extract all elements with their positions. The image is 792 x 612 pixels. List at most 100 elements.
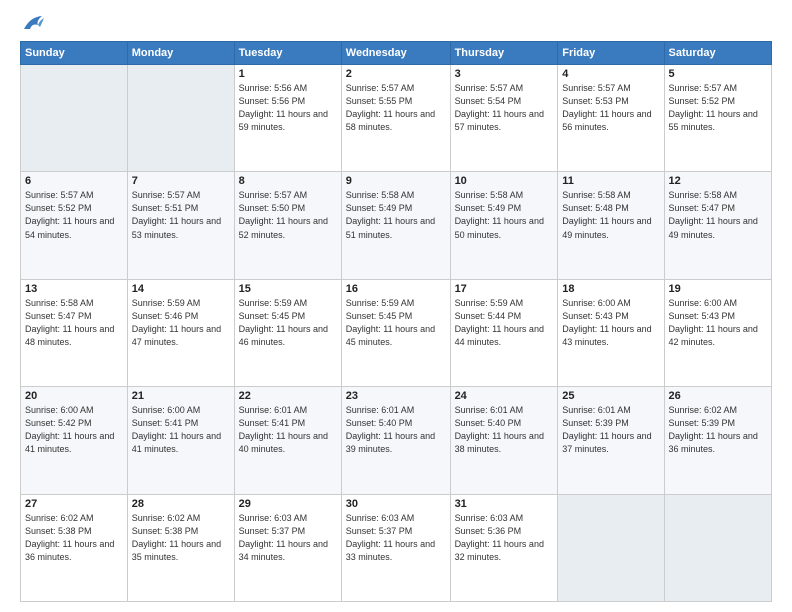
logo-bird-icon <box>22 15 44 33</box>
day-info: Sunrise: 5:59 AM Sunset: 5:45 PM Dayligh… <box>239 297 337 349</box>
day-number: 8 <box>239 175 337 187</box>
day-number: 28 <box>132 498 230 510</box>
day-info: Sunrise: 5:57 AM Sunset: 5:52 PM Dayligh… <box>25 189 123 241</box>
weekday-header-row: SundayMondayTuesdayWednesdayThursdayFrid… <box>21 42 772 65</box>
day-number: 4 <box>562 68 659 80</box>
calendar-cell: 17 Sunrise: 5:59 AM Sunset: 5:44 PM Dayli… <box>450 279 558 386</box>
day-number: 11 <box>562 175 659 187</box>
calendar-cell: 22 Sunrise: 6:01 AM Sunset: 5:41 PM Dayli… <box>234 387 341 494</box>
calendar-cell: 27 Sunrise: 6:02 AM Sunset: 5:38 PM Dayli… <box>21 494 128 601</box>
day-number: 6 <box>25 175 123 187</box>
calendar-cell: 12Sunrise: 5:58 AM Sunset: 5:47 PM Dayli… <box>664 172 771 279</box>
calendar-cell: 9 Sunrise: 5:58 AM Sunset: 5:49 PM Daylig… <box>341 172 450 279</box>
day-info: Sunrise: 6:01 AM Sunset: 5:39 PM Dayligh… <box>562 404 659 456</box>
day-number: 26 <box>669 390 767 402</box>
weekday-header: Friday <box>558 42 664 65</box>
day-info: Sunrise: 5:59 AM Sunset: 5:44 PM Dayligh… <box>455 297 554 349</box>
calendar-cell: 10 Sunrise: 5:58 AM Sunset: 5:49 PM Dayli… <box>450 172 558 279</box>
day-info: Sunrise: 6:00 AM Sunset: 5:43 PM Dayligh… <box>562 297 659 349</box>
day-number: 21 <box>132 390 230 402</box>
day-info: Sunrise: 5:57 AM Sunset: 5:53 PM Dayligh… <box>562 82 659 134</box>
day-info: Sunrise: 5:58 AM Sunset: 5:49 PM Dayligh… <box>346 189 446 241</box>
calendar-cell: 5Sunrise: 5:57 AM Sunset: 5:52 PM Daylig… <box>664 65 771 172</box>
weekday-header: Tuesday <box>234 42 341 65</box>
day-info: Sunrise: 5:57 AM Sunset: 5:54 PM Dayligh… <box>455 82 554 134</box>
calendar-cell: 23 Sunrise: 6:01 AM Sunset: 5:40 PM Dayli… <box>341 387 450 494</box>
calendar-cell <box>21 65 128 172</box>
calendar-week-row: 20 Sunrise: 6:00 AM Sunset: 5:42 PM Dayli… <box>21 387 772 494</box>
calendar-cell: 19 Sunrise: 6:00 AM Sunset: 5:43 PM Dayli… <box>664 279 771 386</box>
day-number: 2 <box>346 68 446 80</box>
calendar-cell: 6 Sunrise: 5:57 AM Sunset: 5:52 PM Daylig… <box>21 172 128 279</box>
day-info: Sunrise: 6:00 AM Sunset: 5:41 PM Dayligh… <box>132 404 230 456</box>
calendar-cell: 25Sunrise: 6:01 AM Sunset: 5:39 PM Dayli… <box>558 387 664 494</box>
day-number: 18 <box>562 283 659 295</box>
day-number: 30 <box>346 498 446 510</box>
day-info: Sunrise: 6:01 AM Sunset: 5:40 PM Dayligh… <box>346 404 446 456</box>
day-number: 10 <box>455 175 554 187</box>
day-number: 29 <box>239 498 337 510</box>
calendar-cell: 18 Sunrise: 6:00 AM Sunset: 5:43 PM Dayli… <box>558 279 664 386</box>
day-info: Sunrise: 5:57 AM Sunset: 5:52 PM Dayligh… <box>669 82 767 134</box>
calendar-cell: 31Sunrise: 6:03 AM Sunset: 5:36 PM Dayli… <box>450 494 558 601</box>
weekday-header: Monday <box>127 42 234 65</box>
day-number: 3 <box>455 68 554 80</box>
day-number: 1 <box>239 68 337 80</box>
day-number: 14 <box>132 283 230 295</box>
calendar-cell: 11Sunrise: 5:58 AM Sunset: 5:48 PM Dayli… <box>558 172 664 279</box>
day-number: 23 <box>346 390 446 402</box>
calendar-week-row: 13 Sunrise: 5:58 AM Sunset: 5:47 PM Dayli… <box>21 279 772 386</box>
day-info: Sunrise: 6:01 AM Sunset: 5:41 PM Dayligh… <box>239 404 337 456</box>
day-number: 22 <box>239 390 337 402</box>
calendar-cell: 3 Sunrise: 5:57 AM Sunset: 5:54 PM Daylig… <box>450 65 558 172</box>
day-info: Sunrise: 6:03 AM Sunset: 5:37 PM Dayligh… <box>346 512 446 564</box>
calendar-table: SundayMondayTuesdayWednesdayThursdayFrid… <box>20 41 772 602</box>
weekday-header: Sunday <box>21 42 128 65</box>
weekday-header: Saturday <box>664 42 771 65</box>
day-info: Sunrise: 6:02 AM Sunset: 5:38 PM Dayligh… <box>25 512 123 564</box>
calendar-cell: 26 Sunrise: 6:02 AM Sunset: 5:39 PM Dayli… <box>664 387 771 494</box>
calendar-week-row: 27 Sunrise: 6:02 AM Sunset: 5:38 PM Dayli… <box>21 494 772 601</box>
day-info: Sunrise: 6:00 AM Sunset: 5:42 PM Dayligh… <box>25 404 123 456</box>
day-info: Sunrise: 6:00 AM Sunset: 5:43 PM Dayligh… <box>669 297 767 349</box>
day-info: Sunrise: 6:03 AM Sunset: 5:36 PM Dayligh… <box>455 512 554 564</box>
day-info: Sunrise: 6:02 AM Sunset: 5:39 PM Dayligh… <box>669 404 767 456</box>
calendar-cell <box>127 65 234 172</box>
weekday-header: Wednesday <box>341 42 450 65</box>
calendar-cell: 28Sunrise: 6:02 AM Sunset: 5:38 PM Dayli… <box>127 494 234 601</box>
day-info: Sunrise: 5:57 AM Sunset: 5:50 PM Dayligh… <box>239 189 337 241</box>
calendar-page: SundayMondayTuesdayWednesdayThursdayFrid… <box>0 0 792 612</box>
day-number: 16 <box>346 283 446 295</box>
logo <box>20 15 44 33</box>
calendar-cell: 29Sunrise: 6:03 AM Sunset: 5:37 PM Dayli… <box>234 494 341 601</box>
day-info: Sunrise: 5:58 AM Sunset: 5:47 PM Dayligh… <box>669 189 767 241</box>
day-info: Sunrise: 5:59 AM Sunset: 5:45 PM Dayligh… <box>346 297 446 349</box>
weekday-header: Thursday <box>450 42 558 65</box>
day-number: 19 <box>669 283 767 295</box>
day-number: 7 <box>132 175 230 187</box>
day-info: Sunrise: 5:58 AM Sunset: 5:47 PM Dayligh… <box>25 297 123 349</box>
calendar-cell: 16 Sunrise: 5:59 AM Sunset: 5:45 PM Dayli… <box>341 279 450 386</box>
day-number: 17 <box>455 283 554 295</box>
day-info: Sunrise: 5:56 AM Sunset: 5:56 PM Dayligh… <box>239 82 337 134</box>
day-number: 13 <box>25 283 123 295</box>
calendar-week-row: 6 Sunrise: 5:57 AM Sunset: 5:52 PM Daylig… <box>21 172 772 279</box>
calendar-cell: 4 Sunrise: 5:57 AM Sunset: 5:53 PM Daylig… <box>558 65 664 172</box>
calendar-cell: 15 Sunrise: 5:59 AM Sunset: 5:45 PM Dayli… <box>234 279 341 386</box>
calendar-cell: 20 Sunrise: 6:00 AM Sunset: 5:42 PM Dayli… <box>21 387 128 494</box>
calendar-cell <box>558 494 664 601</box>
day-info: Sunrise: 5:57 AM Sunset: 5:55 PM Dayligh… <box>346 82 446 134</box>
day-info: Sunrise: 5:58 AM Sunset: 5:49 PM Dayligh… <box>455 189 554 241</box>
calendar-cell: 1 Sunrise: 5:56 AM Sunset: 5:56 PM Daylig… <box>234 65 341 172</box>
calendar-cell: 30 Sunrise: 6:03 AM Sunset: 5:37 PM Dayli… <box>341 494 450 601</box>
calendar-cell: 7Sunrise: 5:57 AM Sunset: 5:51 PM Daylig… <box>127 172 234 279</box>
calendar-week-row: 1 Sunrise: 5:56 AM Sunset: 5:56 PM Daylig… <box>21 65 772 172</box>
calendar-cell: 21 Sunrise: 6:00 AM Sunset: 5:41 PM Dayli… <box>127 387 234 494</box>
day-number: 20 <box>25 390 123 402</box>
day-number: 27 <box>25 498 123 510</box>
header <box>20 15 772 33</box>
calendar-cell: 2 Sunrise: 5:57 AM Sunset: 5:55 PM Daylig… <box>341 65 450 172</box>
day-number: 15 <box>239 283 337 295</box>
day-number: 24 <box>455 390 554 402</box>
day-number: 9 <box>346 175 446 187</box>
